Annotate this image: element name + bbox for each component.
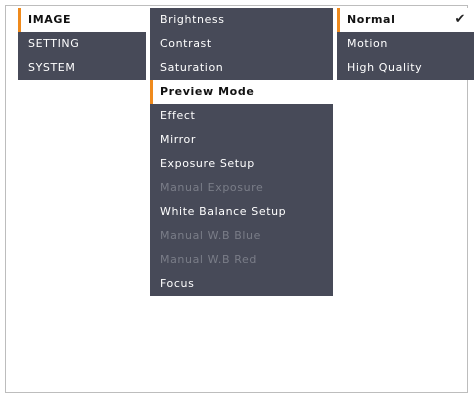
submenu-item-brightness[interactable]: Brightness (150, 8, 333, 32)
submenu-item-effect[interactable]: Effect (150, 104, 333, 128)
preview-mode-options: Normal ✔ Motion High Quality (337, 8, 474, 80)
submenu-item-manual-wb-blue: Manual W.B Blue (150, 224, 333, 248)
submenu-item-label: Effect (160, 109, 196, 122)
submenu-item-label: Saturation (160, 61, 224, 74)
submenu-item-label: Mirror (160, 133, 197, 146)
option-high-quality[interactable]: High Quality (337, 56, 474, 80)
submenu-item-label: Exposure Setup (160, 157, 255, 170)
submenu-item-manual-exposure: Manual Exposure (150, 176, 333, 200)
option-label: Motion (347, 37, 388, 50)
main-menu-item-system[interactable]: SYSTEM (18, 56, 146, 80)
main-menu: IMAGE SETTING SYSTEM (18, 8, 146, 80)
submenu-item-preview-mode[interactable]: Preview Mode (150, 80, 333, 104)
option-label: High Quality (347, 61, 423, 74)
image-submenu: Brightness Contrast Saturation Preview M… (150, 8, 333, 296)
checkmark-icon: ✔ (454, 12, 466, 27)
submenu-item-manual-wb-red: Manual W.B Red (150, 248, 333, 272)
submenu-item-mirror[interactable]: Mirror (150, 128, 333, 152)
submenu-item-label: Preview Mode (160, 85, 255, 98)
submenu-item-saturation[interactable]: Saturation (150, 56, 333, 80)
submenu-item-label: Focus (160, 277, 195, 290)
main-menu-item-label: SYSTEM (28, 61, 76, 74)
submenu-item-focus[interactable]: Focus (150, 272, 333, 296)
submenu-item-white-balance-setup[interactable]: White Balance Setup (150, 200, 333, 224)
main-menu-item-setting[interactable]: SETTING (18, 32, 146, 56)
main-menu-item-label: SETTING (28, 37, 80, 50)
submenu-item-label: Brightness (160, 13, 225, 26)
submenu-item-label: White Balance Setup (160, 205, 287, 218)
option-motion[interactable]: Motion (337, 32, 474, 56)
main-menu-item-label: IMAGE (28, 13, 72, 26)
submenu-item-contrast[interactable]: Contrast (150, 32, 333, 56)
submenu-item-label: Contrast (160, 37, 212, 50)
main-menu-item-image[interactable]: IMAGE (18, 8, 146, 32)
option-normal[interactable]: Normal ✔ (337, 8, 474, 32)
submenu-item-exposure-setup[interactable]: Exposure Setup (150, 152, 333, 176)
submenu-item-label: Manual W.B Red (160, 253, 257, 266)
submenu-item-label: Manual Exposure (160, 181, 264, 194)
submenu-item-label: Manual W.B Blue (160, 229, 261, 242)
option-label: Normal (347, 13, 396, 26)
